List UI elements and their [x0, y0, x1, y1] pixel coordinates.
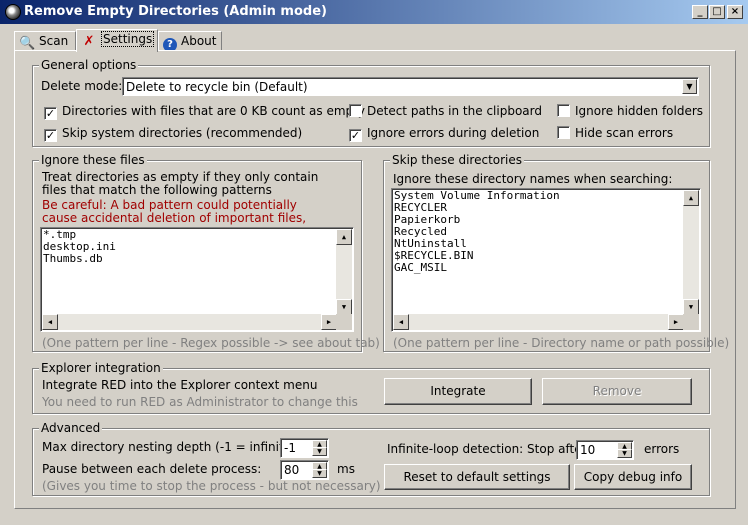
ignore-errors-label: Ignore errors during deletion [367, 126, 540, 140]
clipboard-checkbox[interactable]: Detect paths in the clipboard [349, 104, 542, 118]
window-title: Remove Empty Directories (Admin mode) [24, 4, 327, 19]
horizontal-scrollbar[interactable]: ◀ ▶ [393, 314, 684, 330]
scroll-left-icon[interactable]: ◀ [393, 314, 409, 330]
explorer-hint: You need to run RED as Administrator to … [42, 395, 358, 409]
app-icon [5, 4, 21, 20]
hide-scan-errors-checkbox[interactable]: Hide scan errors [557, 126, 673, 140]
ignore-files-hint: (One pattern per line - Regex possible -… [42, 336, 380, 350]
scroll-left-icon[interactable]: ◀ [42, 314, 58, 330]
title-bar: Remove Empty Directories (Admin mode) _ … [0, 0, 748, 24]
explorer-legend: Explorer integration [39, 361, 163, 375]
depth-label: Max directory nesting depth (-1 = infini… [42, 440, 300, 454]
list-item: GAC_MSIL [394, 261, 447, 274]
scroll-corner [336, 314, 352, 330]
scroll-up-icon[interactable]: ▲ [336, 229, 352, 245]
ignore-files-warning-2: cause accidental deletion of important f… [42, 211, 307, 225]
delete-mode-label: Delete mode: [41, 79, 123, 93]
horizontal-scrollbar[interactable]: ◀ ▶ [42, 314, 337, 330]
depth-spinner[interactable]: -1 ▲ ▼ [280, 438, 329, 458]
copy-debug-button[interactable]: Copy debug info [574, 464, 692, 490]
pause-spinner[interactable]: 80 ▲ ▼ [280, 460, 329, 480]
ignore-errors-checkbox[interactable]: ✓ Ignore errors during deletion [349, 126, 539, 142]
tab-about[interactable]: ? About [158, 31, 222, 52]
zero-kb-label: Directories with files that are 0 KB cou… [62, 104, 365, 118]
ignore-files-legend: Ignore these files [39, 153, 147, 167]
checkbox-unchecked-icon[interactable] [557, 126, 570, 139]
close-button[interactable]: × [727, 5, 743, 19]
skip-dirs-textarea[interactable]: System Volume Information RECYCLER Papie… [391, 188, 701, 332]
spin-down-icon[interactable]: ▼ [617, 449, 632, 458]
loop-detect-unit: errors [644, 442, 680, 456]
skip-system-checkbox[interactable]: ✓ Skip system directories (recommended) [44, 126, 302, 142]
advanced-legend: Advanced [39, 421, 103, 435]
checkbox-checked-icon[interactable]: ✓ [44, 129, 57, 142]
hidden-folders-checkbox[interactable]: Ignore hidden folders [557, 104, 703, 118]
zero-kb-checkbox[interactable]: ✓ Directories with files that are 0 KB co… [44, 104, 365, 120]
scroll-down-icon[interactable]: ▼ [683, 299, 699, 315]
skip-dirs-legend: Skip these directories [390, 153, 525, 167]
pause-unit: ms [337, 462, 355, 476]
pause-value: 80 [284, 463, 300, 477]
scroll-down-icon[interactable]: ▼ [336, 299, 352, 315]
minimize-button[interactable]: _ [692, 5, 708, 19]
tab-settings[interactable]: ✗ Settings [76, 29, 158, 52]
tab-scan[interactable]: 🔍 Scan [14, 31, 76, 51]
delete-mode-value: Delete to recycle bin (Default) [126, 80, 308, 94]
loop-detect-value: 10 [580, 443, 596, 457]
magnifier-icon: 🔍 [19, 36, 36, 51]
dropdown-arrow-icon[interactable]: ▼ [682, 79, 697, 94]
scroll-corner [683, 314, 699, 330]
integrate-button[interactable]: Integrate [384, 378, 532, 405]
tab-about-label: About [181, 34, 217, 48]
spin-down-icon[interactable]: ▼ [312, 447, 327, 456]
hidden-folders-label: Ignore hidden folders [575, 104, 704, 118]
vertical-scrollbar[interactable]: ▲ ▼ [683, 190, 699, 315]
depth-value: -1 [284, 441, 296, 455]
ignore-files-textarea[interactable]: *.tmp desktop.ini Thumbs.db ▲ ▼ ◀ ▶ [40, 227, 354, 332]
scroll-right-icon[interactable]: ▶ [321, 314, 337, 330]
skip-system-label: Skip system directories (recommended) [62, 126, 303, 140]
ignore-files-lines: *.tmp desktop.ini Thumbs.db [43, 229, 116, 265]
skip-dirs-desc: Ignore these directory names when search… [393, 172, 673, 186]
delete-mode-select[interactable]: Delete to recycle bin (Default) ▼ [122, 77, 699, 96]
list-item: Thumbs.db [43, 252, 103, 265]
checkbox-unchecked-icon[interactable] [557, 104, 570, 117]
skip-dirs-hint: (One pattern per line - Directory name o… [393, 336, 730, 350]
checkbox-checked-icon[interactable]: ✓ [349, 129, 362, 142]
vertical-scrollbar[interactable]: ▲ ▼ [336, 229, 352, 315]
scroll-right-icon[interactable]: ▶ [668, 314, 684, 330]
checkbox-unchecked-icon[interactable] [349, 104, 362, 117]
checkbox-checked-icon[interactable]: ✓ [44, 107, 57, 120]
remove-button[interactable]: Remove [542, 378, 692, 405]
pause-label: Pause between each delete process: [42, 462, 262, 476]
settings-icon: ✗ [83, 34, 95, 49]
loop-detect-spinner[interactable]: 10 ▲ ▼ [576, 440, 634, 460]
maximize-button[interactable]: □ [709, 5, 725, 19]
ignore-files-warning-1: Be careful: A bad pattern could potentia… [42, 198, 297, 212]
pause-hint: (Gives you time to stop the process - bu… [42, 479, 381, 493]
general-options-legend: General options [39, 58, 139, 72]
ignore-files-desc-2: files that match the following patterns [42, 183, 272, 197]
skip-dirs-lines: System Volume Information RECYCLER Papie… [394, 190, 560, 274]
loop-detect-label: Infinite-loop detection: Stop after [387, 442, 587, 456]
tab-settings-label: Settings [101, 31, 155, 47]
clipboard-label: Detect paths in the clipboard [367, 104, 542, 118]
ignore-files-desc-1: Treat directories as empty if they only … [42, 170, 319, 184]
scroll-up-icon[interactable]: ▲ [683, 190, 699, 206]
reset-defaults-button[interactable]: Reset to default settings [384, 464, 570, 490]
explorer-desc: Integrate RED into the Explorer context … [42, 378, 318, 392]
spin-down-icon[interactable]: ▼ [312, 469, 327, 478]
tab-scan-label: Scan [39, 34, 69, 48]
hide-scan-errors-label: Hide scan errors [575, 126, 674, 140]
